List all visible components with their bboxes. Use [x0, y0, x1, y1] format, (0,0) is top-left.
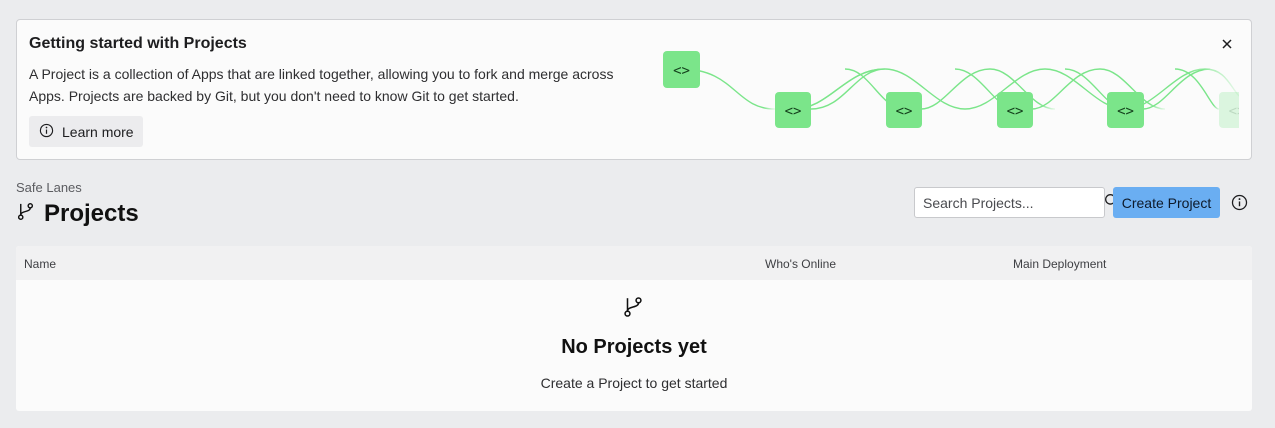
banner-description: A Project is a collection of Apps that a… [29, 66, 614, 104]
svg-text:<>: <> [1229, 104, 1239, 120]
svg-text:<>: <> [673, 63, 690, 79]
page-title: Projects [44, 200, 139, 227]
empty-state: No Projects yet Create a Project to get … [16, 280, 1252, 411]
workspace-name: Safe Lanes [16, 180, 82, 195]
projects-table: Name Who's Online Main Deployment No Pro… [16, 246, 1252, 411]
create-project-button[interactable]: Create Project [1113, 187, 1220, 218]
getting-started-banner: Getting started with Projects A Project … [16, 19, 1252, 160]
info-icon [39, 123, 54, 141]
search-projects-field[interactable] [914, 187, 1119, 218]
column-header-whos-online[interactable]: Who's Online [765, 257, 836, 271]
page-header: Projects [16, 200, 139, 228]
learn-more-label: Learn more [62, 123, 134, 140]
git-branch-icon [16, 202, 35, 226]
learn-more-button[interactable]: Learn more [29, 116, 143, 147]
table-header: Name Who's Online Main Deployment [16, 246, 1252, 280]
svg-text:<>: <> [1117, 104, 1134, 120]
column-header-main-deployment[interactable]: Main Deployment [1013, 257, 1106, 271]
svg-text:<>: <> [896, 104, 913, 120]
git-branch-icon [622, 296, 644, 323]
banner-title: Getting started with Projects [29, 35, 247, 52]
projects-illustration: <> <> <> <> <> <> [645, 46, 1251, 141]
column-header-name[interactable]: Name [24, 257, 56, 271]
empty-state-text: Create a Project to get started [540, 375, 728, 391]
search-input[interactable] [923, 194, 1104, 211]
info-icon[interactable] [1231, 194, 1248, 211]
empty-state-title: No Projects yet [561, 336, 707, 358]
svg-text:<>: <> [785, 104, 802, 120]
svg-text:<>: <> [1007, 104, 1024, 120]
